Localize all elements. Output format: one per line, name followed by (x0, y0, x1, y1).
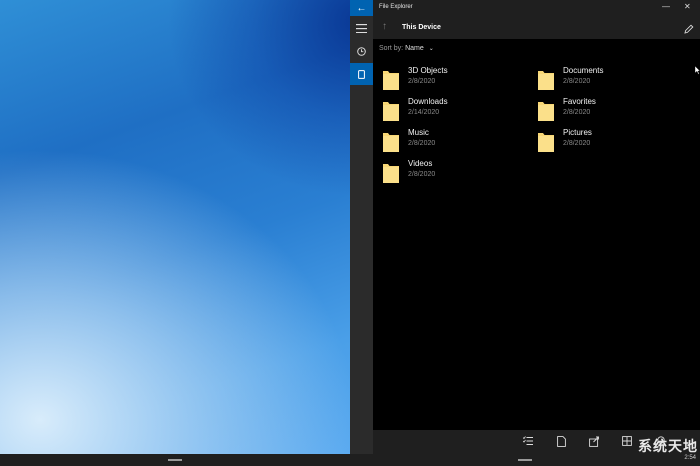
folder-name: Videos (408, 159, 433, 168)
device-icon (358, 69, 365, 79)
pane-handle-right[interactable] (518, 459, 532, 461)
app-title: File Explorer (379, 4, 413, 10)
mouse-pointer-icon (695, 66, 700, 75)
recent-button[interactable] (350, 40, 373, 62)
folder-item-music[interactable]: Music 2/8/2020 (383, 128, 523, 156)
hamburger-menu-button[interactable] (350, 17, 373, 39)
folder-name: Music (408, 128, 429, 137)
folder-item-3d-objects[interactable]: 3D Objects 2/8/2020 (383, 66, 523, 94)
folder-icon (383, 133, 399, 152)
folder-icon (538, 71, 554, 90)
folder-date: 2/14/2020 (408, 109, 440, 116)
arrow-left-icon: ← (356, 2, 367, 14)
sort-value: Name (405, 45, 424, 52)
back-button[interactable]: ← (350, 0, 373, 16)
new-item-icon[interactable] (557, 436, 566, 447)
folder-item-downloads[interactable]: Downloads 2/14/2020 (383, 97, 523, 125)
minimize-button[interactable]: — (662, 2, 670, 11)
folder-item-pictures[interactable]: Pictures 2/8/2020 (538, 128, 678, 156)
location-title: This Device (402, 24, 441, 31)
folder-name: Downloads (408, 97, 448, 106)
this-device-button[interactable] (350, 63, 373, 85)
file-explorer-window: ← File Explorer — ✕ ↑ This Device Sort b… (350, 0, 700, 454)
select-list-icon[interactable] (523, 436, 533, 446)
sort-dropdown[interactable]: Sort by: Name ⌄ (379, 45, 434, 52)
folder-icon (383, 71, 399, 90)
folder-icon (538, 102, 554, 121)
taskbar: 2:54 (0, 454, 700, 466)
folder-date: 2/8/2020 (563, 140, 591, 147)
folder-item-videos[interactable]: Videos 2/8/2020 (383, 159, 523, 187)
hamburger-icon (356, 23, 367, 33)
chevron-down-icon: ⌄ (428, 46, 434, 52)
folder-item-favorites[interactable]: Favorites 2/8/2020 (538, 97, 678, 125)
clock-icon (357, 46, 366, 56)
sort-label: Sort by: (379, 45, 404, 52)
folder-icon (383, 102, 399, 121)
watermark-logo: 系统天地 (638, 438, 698, 454)
desktop-wallpaper (0, 0, 350, 454)
folder-icon (383, 164, 399, 183)
folder-name: Pictures (563, 128, 592, 137)
folder-date: 2/8/2020 (563, 109, 591, 116)
folder-icon (538, 133, 554, 152)
location-header: ↑ This Device (373, 16, 700, 39)
pencil-icon[interactable] (684, 21, 694, 39)
grid-view-icon[interactable] (622, 436, 632, 446)
share-icon[interactable] (589, 436, 600, 447)
arrow-up-icon[interactable]: ↑ (382, 21, 387, 32)
navigation-pane (350, 16, 373, 454)
title-bar: ← File Explorer — ✕ (350, 0, 700, 16)
folder-name: 3D Objects (408, 66, 448, 75)
folder-date: 2/8/2020 (408, 171, 436, 178)
pane-handle-left[interactable] (168, 459, 182, 461)
folder-date: 2/8/2020 (408, 140, 436, 147)
folder-item-documents[interactable]: Documents 2/8/2020 (538, 66, 678, 94)
folder-name: Favorites (563, 97, 596, 106)
folder-date: 2/8/2020 (563, 78, 591, 85)
folder-date: 2/8/2020 (408, 78, 436, 85)
close-button[interactable]: ✕ (684, 2, 691, 11)
folder-name: Documents (563, 66, 604, 75)
